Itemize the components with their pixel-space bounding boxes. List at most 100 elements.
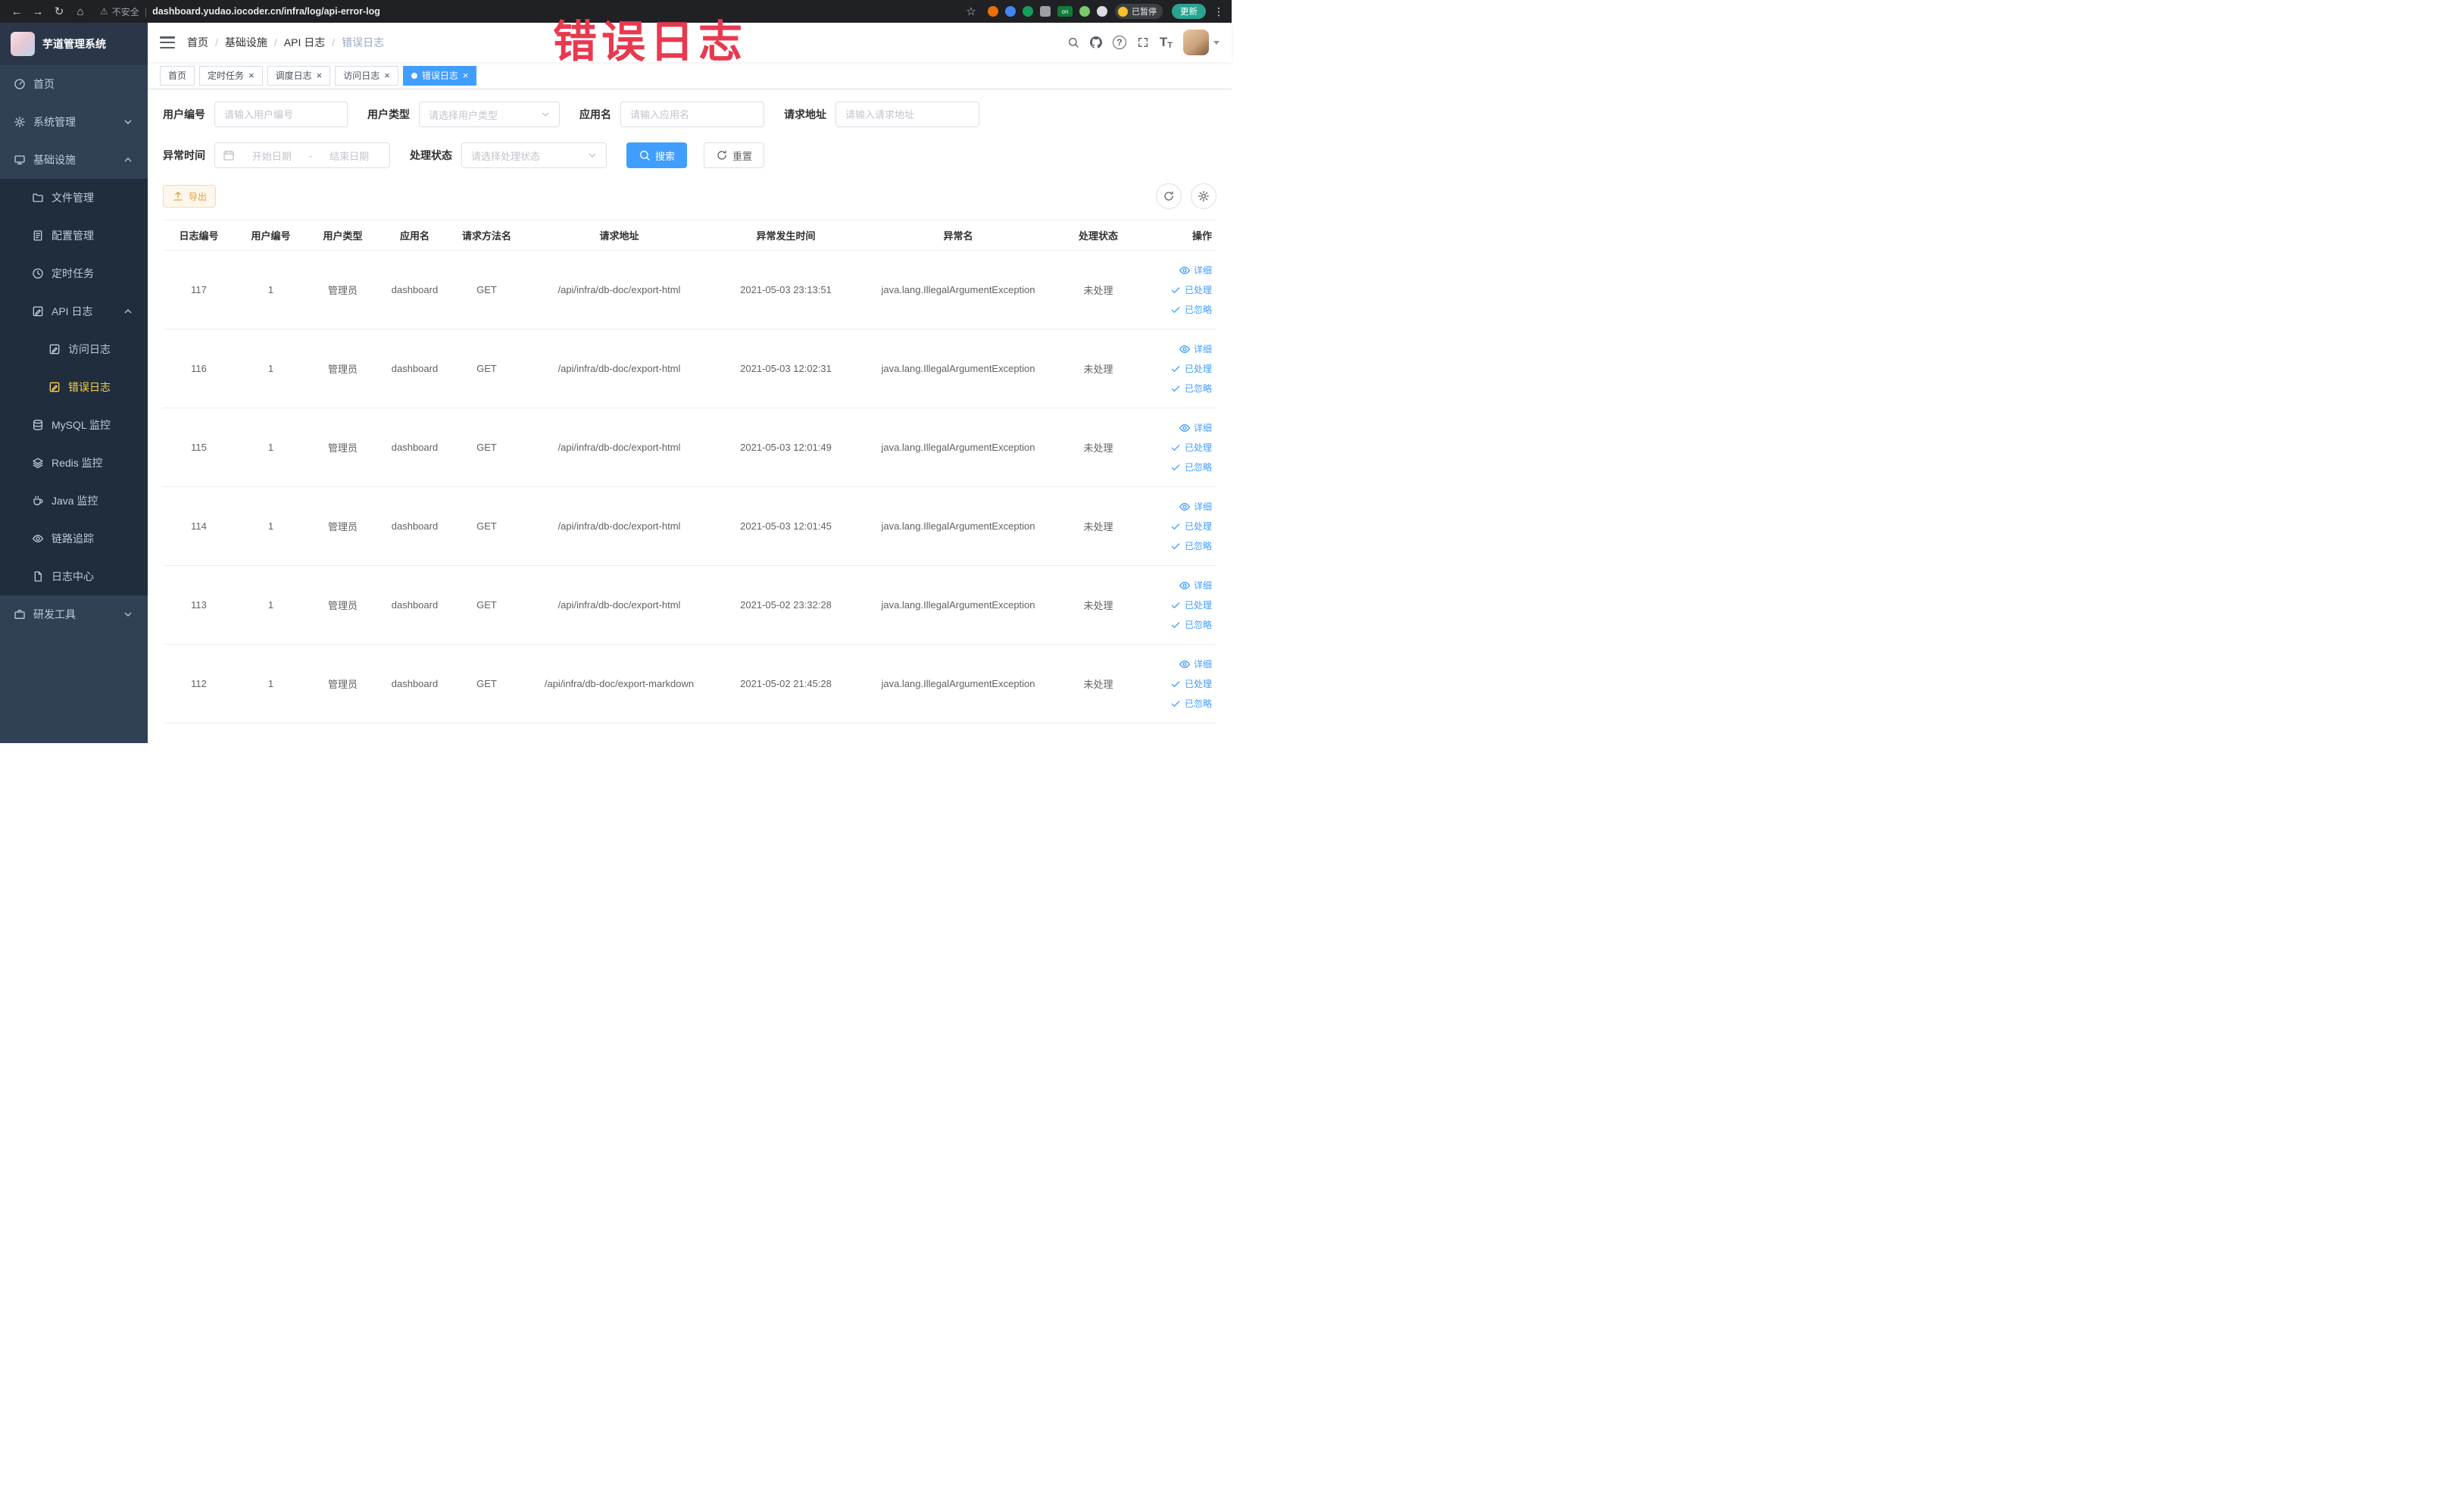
help-icon[interactable]: ?	[1112, 36, 1126, 49]
error-log-icon	[48, 381, 61, 393]
sidebar-item-java-monitor[interactable]: Java 监控	[0, 482, 148, 520]
sidebar-item-log-center[interactable]: 日志中心	[0, 558, 148, 595]
tab-error-log[interactable]: 错误日志 ×	[402, 65, 477, 86]
not-secure-label: 不安全	[111, 6, 139, 17]
breadcrumb-home[interactable]: 首页	[187, 35, 208, 50]
not-secure-warning[interactable]: ⚠ 不安全	[100, 5, 139, 18]
extension-icon-green[interactable]	[1023, 6, 1033, 17]
sidebar-item-home[interactable]: 首页	[0, 65, 148, 103]
sidebar-item-file-manage[interactable]: 文件管理	[0, 179, 148, 217]
hamburger-icon[interactable]	[160, 36, 175, 48]
filter-row-2: 异常时间 开始日期 - 结束日期 处理状态 请选择处理状态 搜索 重置	[163, 142, 1216, 168]
detail-link[interactable]: 详细	[1139, 654, 1212, 674]
github-icon[interactable]	[1090, 36, 1102, 48]
close-icon[interactable]: ×	[317, 70, 323, 80]
cell-user-type: 管理员	[307, 408, 379, 487]
extension-on-badge[interactable]: on	[1057, 6, 1073, 17]
sidebar-item-mysql-monitor[interactable]: MySQL 监控	[0, 406, 148, 444]
check-icon	[1170, 698, 1182, 710]
detail-link[interactable]: 详细	[1139, 497, 1212, 517]
check-icon	[1170, 678, 1182, 690]
sidebar-item-label: 配置管理	[52, 230, 94, 242]
reset-button[interactable]: 重置	[704, 142, 765, 168]
sidebar-item-system[interactable]: 系统管理	[0, 103, 148, 141]
export-button[interactable]: 导出	[163, 185, 217, 208]
sidebar-item-redis-monitor[interactable]: Redis 监控	[0, 444, 148, 482]
search-button[interactable]: 搜索	[626, 142, 688, 168]
user-id-input[interactable]	[214, 102, 348, 127]
mark-ignored-link[interactable]: 已忽略	[1139, 615, 1212, 635]
mark-processed-link[interactable]: 已处理	[1139, 517, 1212, 536]
tab-schedule-log[interactable]: 调度日志 ×	[267, 65, 331, 86]
user-avatar	[1183, 30, 1209, 55]
fullscreen-icon[interactable]	[1137, 36, 1149, 48]
mark-ignored-link[interactable]: 已忽略	[1139, 379, 1212, 398]
browser-menu-icon[interactable]: ⋮	[1213, 5, 1224, 18]
extensions-puzzle-icon[interactable]	[1040, 6, 1051, 17]
search-icon[interactable]	[1067, 36, 1079, 48]
mark-processed-link[interactable]: 已处理	[1139, 359, 1212, 379]
paused-badge[interactable]: 已暂停	[1115, 4, 1163, 19]
close-icon[interactable]: ×	[463, 70, 469, 80]
cell-user-id: 1	[235, 329, 307, 408]
tab-home[interactable]: 首页	[160, 65, 195, 86]
request-url-input[interactable]	[835, 102, 979, 127]
sidebar-item-access-log[interactable]: 访问日志	[0, 330, 148, 368]
cell-exception-time: 2021-05-03 12:01:45	[716, 486, 856, 566]
browser-reload-icon[interactable]: ↻	[50, 2, 68, 20]
detail-link[interactable]: 详细	[1139, 339, 1212, 359]
extension-icon-orange[interactable]	[988, 6, 998, 17]
refresh-icon	[1163, 190, 1175, 202]
extension-icon-leaf[interactable]	[1079, 6, 1090, 17]
tab-access-log[interactable]: 访问日志 ×	[335, 65, 398, 86]
detail-link[interactable]: 详细	[1139, 261, 1212, 280]
app-name-input[interactable]	[620, 102, 764, 127]
check-icon	[1170, 520, 1182, 533]
mark-ignored-link[interactable]: 已忽略	[1139, 694, 1212, 714]
extension-icon-paw[interactable]	[1097, 6, 1107, 17]
extension-icon-blue[interactable]	[1005, 6, 1016, 17]
table-row: 114 1 管理员 dashboard GET /api/infra/db-do…	[163, 486, 1216, 566]
detail-link[interactable]: 详细	[1139, 576, 1212, 595]
mark-processed-link[interactable]: 已处理	[1139, 595, 1212, 615]
column-settings-button[interactable]	[1191, 183, 1216, 209]
detail-link[interactable]: 详细	[1139, 418, 1212, 438]
exception-time-range-picker[interactable]: 开始日期 - 结束日期	[214, 142, 390, 168]
browser-back-icon[interactable]: ←	[8, 2, 26, 20]
browser-chrome: ← → ↻ ⌂ ⚠ 不安全 | dashboard.yudao.iocoder.…	[0, 0, 1232, 23]
user-type-select[interactable]: 请选择用户类型	[419, 102, 560, 127]
bookmark-star-icon[interactable]: ☆	[962, 2, 980, 20]
sidebar-item-scheduled-jobs[interactable]: 定时任务	[0, 255, 148, 292]
mark-ignored-link[interactable]: 已忽略	[1139, 300, 1212, 320]
sidebar-item-api-log[interactable]: API 日志	[0, 292, 148, 330]
close-icon[interactable]: ×	[384, 70, 390, 80]
mark-processed-link[interactable]: 已处理	[1139, 438, 1212, 458]
sidebar-item-devtools[interactable]: 研发工具	[0, 595, 148, 633]
user-menu[interactable]	[1183, 30, 1220, 55]
sidebar-item-config-manage[interactable]: 配置管理	[0, 217, 148, 255]
address-bar[interactable]: ⚠ 不安全 | dashboard.yudao.iocoder.cn/infra…	[100, 5, 951, 18]
browser-home-icon[interactable]: ⌂	[71, 2, 89, 20]
mark-processed-link[interactable]: 已处理	[1139, 280, 1212, 300]
mark-ignored-link[interactable]: 已忽略	[1139, 536, 1212, 556]
cell-status: 未处理	[1060, 644, 1136, 723]
page-url[interactable]: dashboard.yudao.iocoder.cn/infra/log/api…	[152, 6, 380, 17]
browser-update-button[interactable]: 更新	[1172, 4, 1206, 19]
mark-ignored-link[interactable]: 已忽略	[1139, 458, 1212, 477]
close-icon[interactable]: ×	[248, 70, 255, 80]
refresh-table-button[interactable]	[1156, 183, 1182, 209]
cell-user-id: 1	[235, 408, 307, 487]
mark-processed-link[interactable]: 已处理	[1139, 674, 1212, 694]
browser-forward-icon[interactable]: →	[29, 2, 47, 20]
tab-scheduled-jobs[interactable]: 定时任务 ×	[199, 65, 263, 86]
error-log-table: 日志编号 用户编号 用户类型 应用名 请求方法名 请求地址 异常发生时间 异常名…	[163, 220, 1216, 723]
breadcrumb-api-log[interactable]: API 日志	[284, 35, 325, 50]
sidebar-item-infra[interactable]: 基础设施	[0, 141, 148, 179]
cell-exception-name: java.lang.IllegalArgumentException	[856, 644, 1060, 723]
app-logo[interactable]: 芋道管理系统	[0, 23, 148, 65]
sidebar-item-trace[interactable]: 链路追踪	[0, 520, 148, 558]
status-select[interactable]: 请选择处理状态	[461, 142, 607, 168]
font-size-icon[interactable]: TT	[1160, 35, 1173, 50]
sidebar-item-error-log[interactable]: 错误日志	[0, 368, 148, 406]
breadcrumb-infra[interactable]: 基础设施	[225, 35, 267, 50]
